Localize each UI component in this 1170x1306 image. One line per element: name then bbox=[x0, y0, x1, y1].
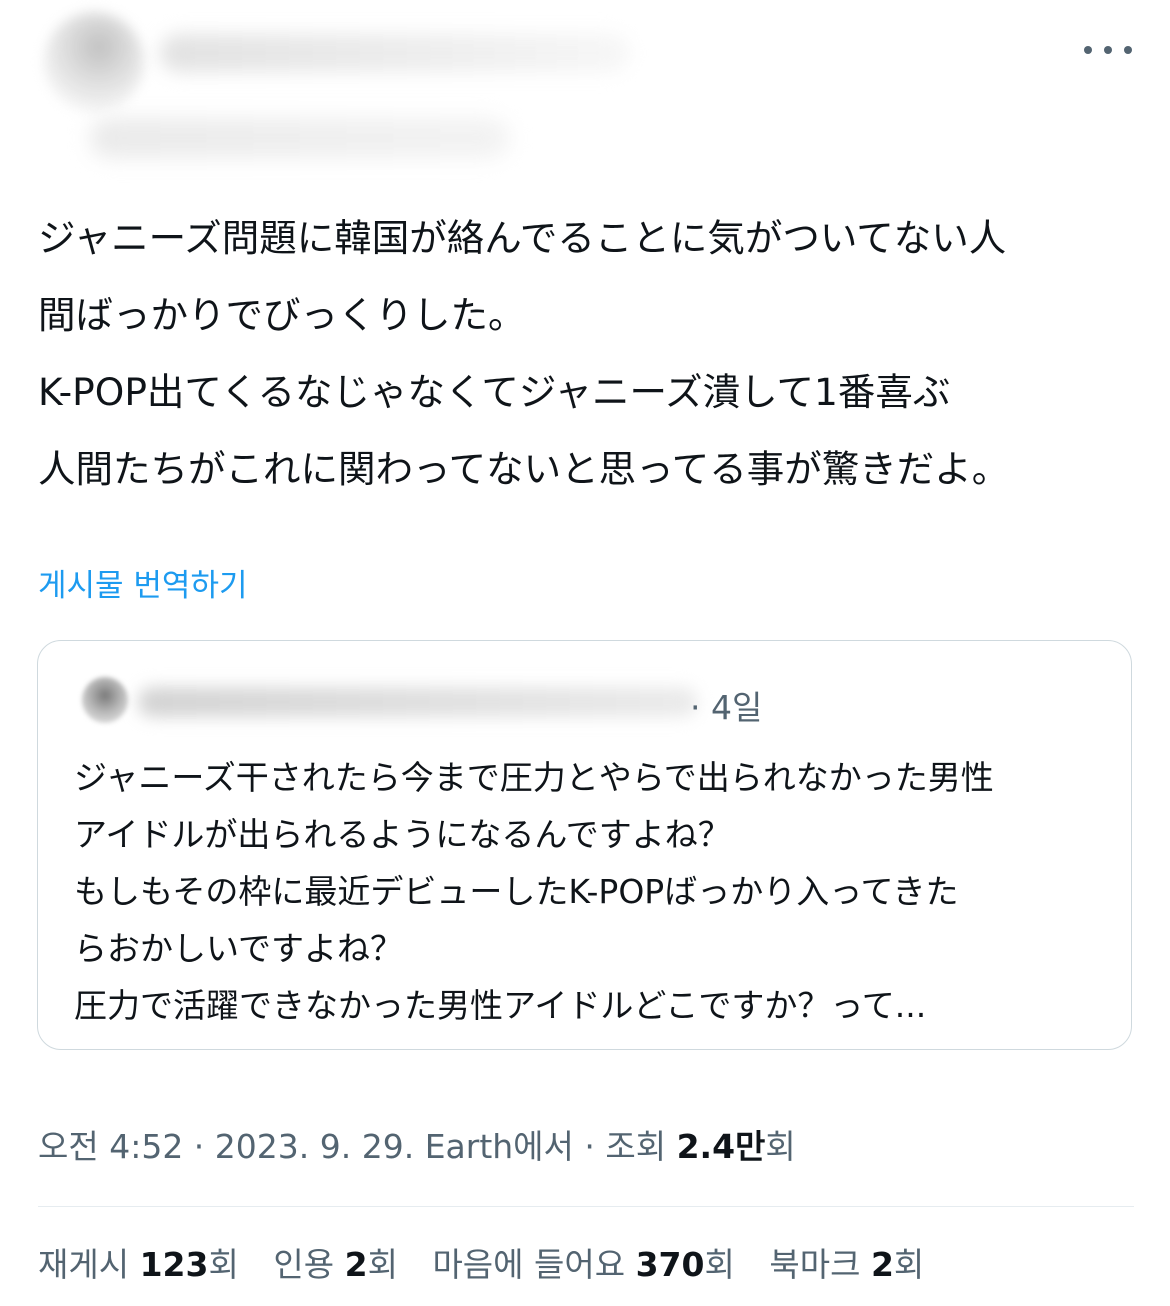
reposts-label: 재게시 bbox=[38, 1245, 130, 1284]
view-unit: 회 bbox=[765, 1127, 796, 1166]
reposts-count: 123 bbox=[139, 1245, 209, 1284]
more-dot bbox=[1124, 46, 1132, 54]
more-dot bbox=[1104, 46, 1112, 54]
likes-unit: 회 bbox=[704, 1245, 735, 1284]
tweet-line: K-POP出てくるなじゃなくてジャニーズ潰して1番喜ぶ bbox=[38, 370, 951, 414]
blurred-handle bbox=[90, 118, 510, 158]
bookmarks-count: 2 bbox=[870, 1245, 894, 1284]
bookmarks-label: 북마크 bbox=[769, 1245, 861, 1284]
engagement-stats: 재게시 123회 인용 2회 마음에 들어요 370회 북마크 2회 bbox=[38, 1238, 948, 1286]
likes-label: 마음에 들어요 bbox=[432, 1245, 626, 1284]
quotes-count: 2 bbox=[344, 1245, 368, 1284]
quoted-line: ジャニーズ干されたら今まで圧力とやらで出られなかった男性 bbox=[74, 758, 994, 797]
avatar-icon[interactable] bbox=[44, 12, 144, 112]
reposts-stat[interactable]: 재게시 123회 bbox=[38, 1245, 239, 1284]
quoted-avatar-icon bbox=[82, 677, 128, 723]
tweet-header bbox=[0, 0, 1170, 180]
quotes-label: 인용 bbox=[273, 1245, 335, 1284]
tweet-meta: 오전 4:52 · 2023. 9. 29. Earth에서 · 조회 2.4만… bbox=[38, 1120, 796, 1168]
blurred-display-name[interactable] bbox=[160, 34, 630, 72]
tweet-line: ジャニーズ問題に韓国が絡んでることに気がついてない人 bbox=[38, 216, 1007, 260]
bookmarks-stat[interactable]: 북마크 2회 bbox=[769, 1245, 924, 1284]
reposts-unit: 회 bbox=[208, 1245, 239, 1284]
view-count[interactable]: 2.4만 bbox=[677, 1127, 766, 1166]
quoted-line: らおかしいですよね？ bbox=[74, 929, 404, 968]
likes-count: 370 bbox=[635, 1245, 705, 1284]
more-icon[interactable] bbox=[1084, 38, 1132, 62]
quoted-blurred-author bbox=[138, 687, 698, 717]
likes-stat[interactable]: 마음에 들어요 370회 bbox=[432, 1245, 734, 1284]
quoted-line: 圧力で活躍できなかった男性アイドルどこですか？って... bbox=[74, 986, 927, 1025]
divider bbox=[38, 1206, 1134, 1207]
translate-post-link[interactable]: 게시물 번역하기 bbox=[38, 560, 248, 605]
bookmarks-unit: 회 bbox=[893, 1245, 925, 1284]
tweet-line: 間ばっかりでびっくりした。 bbox=[38, 293, 526, 337]
quoted-tweet-card[interactable]: · 4일 ジャニーズ干されたら今まで圧力とやらで出られなかった男性 アイドルが出… bbox=[37, 640, 1132, 1050]
quoted-text: ジャニーズ干されたら今まで圧力とやらで出られなかった男性 アイドルが出られるよう… bbox=[74, 749, 1114, 1034]
meta-prefix: 오전 4:52 · 2023. 9. 29. Earth에서 · 조회 bbox=[38, 1127, 677, 1166]
quotes-stat[interactable]: 인용 2회 bbox=[273, 1245, 398, 1284]
quotes-unit: 회 bbox=[367, 1245, 398, 1284]
quoted-line: アイドルが出られるようになるんですよね？ bbox=[74, 815, 731, 854]
quoted-timestamp: · 4일 bbox=[690, 688, 763, 727]
tweet-line: 人間たちがこれに関わってないと思ってる事が驚きだよ。 bbox=[38, 447, 1010, 491]
quoted-line: もしもその枠に最近デビューしたK-POPばっかり入ってきた bbox=[74, 872, 959, 911]
more-dot bbox=[1084, 46, 1092, 54]
tweet-text: ジャニーズ問題に韓国が絡んでることに気がついてない人 間ばっかりでびっくりした。… bbox=[38, 200, 1138, 508]
